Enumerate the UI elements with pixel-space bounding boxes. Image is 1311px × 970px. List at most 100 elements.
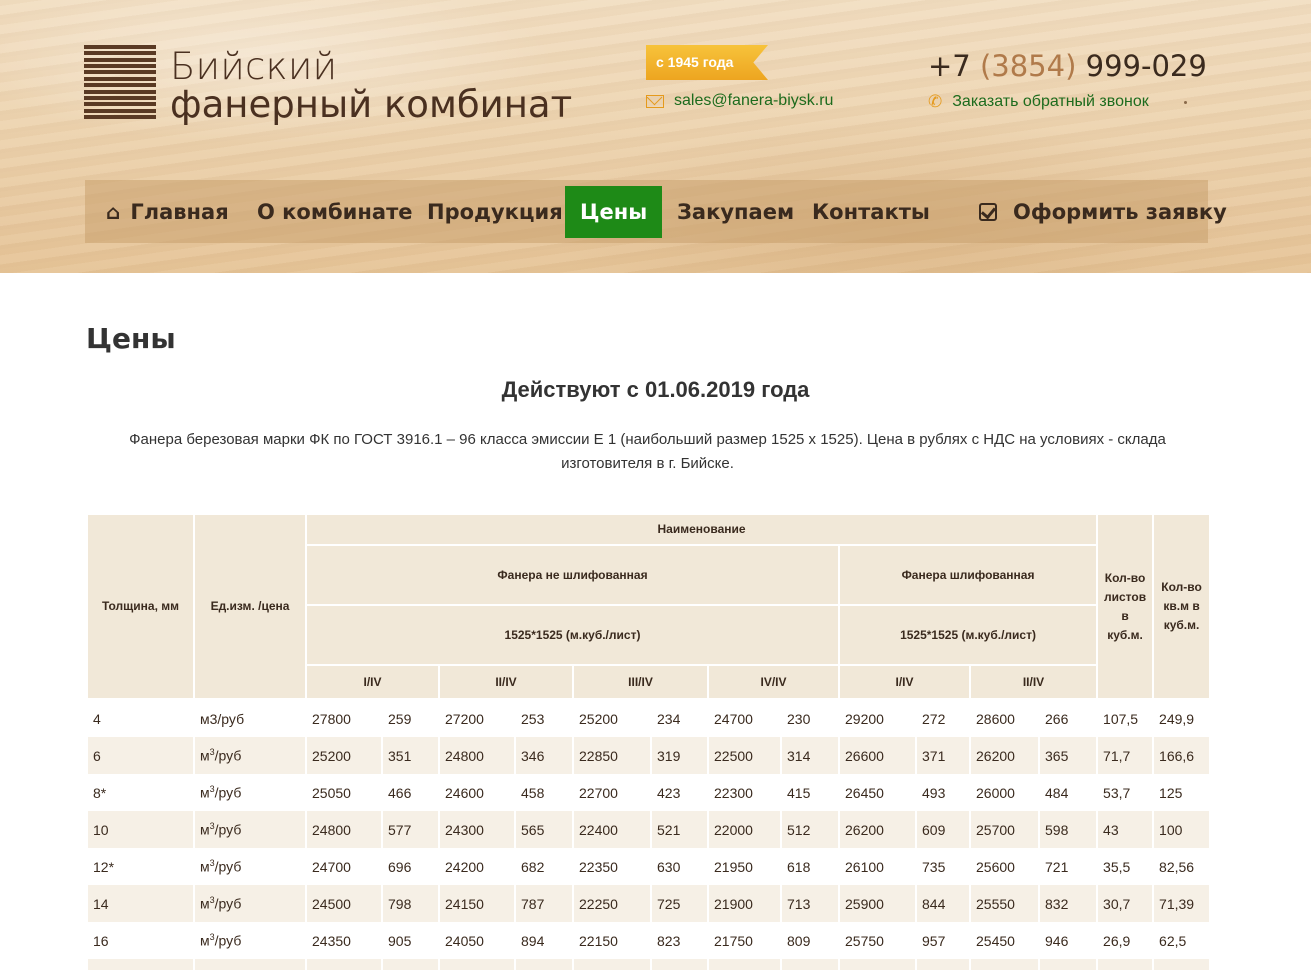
price-cell: 521	[652, 811, 707, 848]
effective-date-heading: Действуют с 01.06.2019 года	[501, 377, 810, 402]
grade-header: III/IV	[574, 666, 707, 700]
thickness-cell: 12*	[88, 848, 193, 885]
email-text[interactable]: sales@fanera-biysk.ru	[674, 92, 833, 110]
price-cell: 24350	[307, 922, 381, 959]
price-cell: 423	[652, 774, 707, 811]
brand-name-line1[interactable]: Бийский	[170, 45, 337, 88]
nav-item-home[interactable]: ⌂ Главная	[106, 186, 229, 238]
price-cell: 26100	[840, 848, 915, 885]
thickness-cell: 10	[88, 811, 193, 848]
thickness-cell: 16	[88, 922, 193, 959]
price-cell: 809	[782, 922, 838, 959]
unit-tail: /руб	[214, 932, 242, 949]
sqm-cell: 100	[1154, 811, 1210, 848]
site-header: Бийский фанерный комбинат с 1945 года sa…	[0, 0, 1311, 273]
callback-text[interactable]: Заказать обратный звонок	[952, 93, 1148, 111]
logo-icon[interactable]	[84, 45, 156, 119]
price-cell: 24500	[307, 885, 381, 922]
price-cell: 25750	[840, 922, 915, 959]
sqm-cell: 125	[1154, 774, 1210, 811]
price-cell: 25450	[971, 922, 1038, 959]
thickness-cell: 8*	[88, 774, 193, 811]
price-cell: 234	[652, 700, 707, 737]
email-link[interactable]: sales@fanera-biysk.ru	[646, 92, 833, 110]
price-cell: 415	[782, 774, 838, 811]
unit-cell: м3/руб	[195, 737, 305, 774]
sqm-cell: 62,5	[1154, 922, 1210, 959]
price-cell: 905	[383, 922, 438, 959]
col-sheets-header: Кол-во листов в куб.м.	[1098, 515, 1153, 700]
nav-item-products[interactable]: Продукция	[427, 186, 563, 238]
nav-item-contacts[interactable]: Контакты	[812, 186, 930, 238]
grade-header: IV/IV	[709, 666, 838, 700]
unit-base: м	[200, 932, 210, 949]
order-button[interactable]: Оформить заявку	[979, 186, 1227, 238]
price-cell: 24200	[307, 959, 381, 970]
price-cell: 28600	[971, 700, 1038, 737]
callback-link[interactable]: ✆ Заказать обратный звонок	[928, 92, 1149, 112]
sqm-cell: 166,6	[1154, 737, 1210, 774]
price-cell: 725	[652, 885, 707, 922]
table-row: 8* м3/руб 25050 466 24600 458 22700 423 22300 415…	[88, 774, 1210, 811]
price-cell: 1012	[383, 959, 438, 970]
price-cell: 26450	[840, 774, 915, 811]
thickness-cell: 14	[88, 885, 193, 922]
phone-icon: ✆	[928, 92, 943, 111]
sheets-cell: 35,5	[1098, 848, 1153, 885]
since-badge: с 1945 года	[646, 45, 768, 80]
price-cell: 598	[1040, 811, 1097, 848]
unit-cell: м3/руб	[195, 811, 305, 848]
price-cell: 946	[1040, 922, 1097, 959]
brand-name-line2[interactable]: фанерный комбинат	[170, 83, 572, 126]
price-cell: 696	[383, 848, 438, 885]
price-cell: 798	[383, 885, 438, 922]
col-name-header: Наименование	[307, 515, 1097, 546]
grade-header: I/IV	[840, 666, 969, 700]
price-cell: 24200	[440, 848, 514, 885]
price-cell: 735	[917, 848, 969, 885]
col-sqm-header: Кол-во кв.м в куб.м.	[1154, 515, 1210, 700]
price-cell: 22500	[709, 737, 780, 774]
nav-item-about[interactable]: О комбинате	[257, 186, 412, 238]
sanded-size-header: 1525*1525 (м.куб./лист)	[840, 606, 1097, 666]
price-cell: 484	[1040, 774, 1097, 811]
nav-label-home: Главная	[130, 200, 229, 224]
table-row: 14 м3/руб 24500 798 24150 787 22250 725 21900 713…	[88, 885, 1210, 922]
price-cell: 22400	[574, 811, 650, 848]
unit-base: м	[200, 895, 210, 912]
nav-item-prices[interactable]: Цены	[565, 186, 663, 238]
nav-item-purchase[interactable]: Закупаем	[677, 186, 794, 238]
price-cell: 23950	[440, 959, 514, 970]
price-cell: 25600	[840, 959, 915, 970]
thickness-cell: 6	[88, 737, 193, 774]
price-cell: 24800	[307, 811, 381, 848]
price-cell: 894	[516, 922, 572, 959]
page-title: Цены	[86, 322, 176, 355]
sheets-cell: 30,7	[1098, 885, 1153, 922]
price-cell: 22000	[709, 811, 780, 848]
price-cell: 259	[383, 700, 438, 737]
price-cell: 26600	[840, 737, 915, 774]
price-cell: 371	[917, 737, 969, 774]
grade-header: II/IV	[971, 666, 1097, 700]
description-text: Фанера березовая марки ФК по ГОСТ 3916.1…	[129, 431, 1166, 472]
price-cell: 1061	[1040, 959, 1097, 970]
price-cell: 25700	[971, 811, 1038, 848]
mail-icon	[646, 94, 664, 108]
unit-cell: м3/руб	[195, 700, 305, 737]
table-row: 16 м3/руб 24350 905 24050 894 22150 823 21750 809…	[88, 922, 1210, 959]
price-cell: 904	[782, 959, 838, 970]
price-cell: 25050	[307, 774, 381, 811]
price-cell: 22700	[574, 774, 650, 811]
phone-prefix: +7	[928, 49, 971, 83]
price-cell: 272	[917, 700, 969, 737]
price-cell: 823	[652, 922, 707, 959]
thickness-cell: 4	[88, 700, 193, 737]
price-cell: 682	[516, 848, 572, 885]
price-cell: 26200	[840, 811, 915, 848]
price-cell: 21950	[709, 848, 780, 885]
phone-number[interactable]: +7 (3854) 999-029	[928, 49, 1207, 83]
price-cell: 24050	[440, 922, 514, 959]
price-cell: 630	[652, 848, 707, 885]
price-cell: 24700	[307, 848, 381, 885]
